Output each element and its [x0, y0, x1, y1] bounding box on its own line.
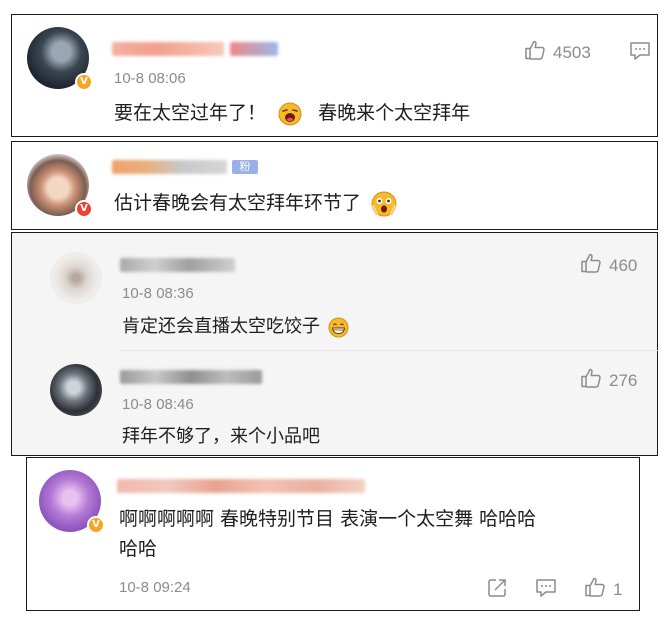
comment-text-part2: 春晚来个太空拜年	[318, 102, 471, 124]
reply-divider	[120, 350, 659, 351]
comment-text: 啊啊啊啊啊 春晚特别节目 表演一个太空舞 哈哈哈 哈哈	[119, 504, 536, 564]
like-count: 4503	[553, 42, 591, 62]
fan-tag: 粉	[232, 160, 258, 174]
username-blurred[interactable]	[117, 479, 365, 493]
reply-comment-icon[interactable]	[535, 578, 557, 602]
reply-group-card: 10-8 08:36 肯定还会直播太空吃饺子 460 10-8 08:46 拜年…	[11, 232, 659, 456]
username-blurred[interactable]	[112, 42, 224, 56]
comment-text-line2: 哈哈	[119, 538, 158, 560]
comment-text-part1: 估计春晚会有太空拜年环节了	[114, 192, 362, 214]
username-blurred[interactable]	[112, 160, 227, 174]
grinning-emoji	[328, 317, 349, 338]
shocked-emoji	[371, 191, 397, 217]
verified-badge-icon: V	[87, 516, 105, 534]
share-icon[interactable]	[487, 578, 507, 602]
thumbs-up-icon	[580, 367, 602, 394]
thumbs-up-icon	[580, 252, 602, 279]
reply-comment-icon[interactable]	[629, 41, 651, 65]
verified-badge-icon: V	[75, 200, 93, 218]
like-count: 460	[609, 255, 638, 275]
comment-time: 10-8 09:24	[119, 579, 191, 596]
like-button[interactable]: 276	[580, 367, 637, 394]
comment-time: 10-8 08:36	[122, 285, 194, 302]
like-count: 1	[613, 579, 623, 599]
comment-text-part1: 肯定还会直播太空吃饺子	[122, 316, 320, 337]
verified-badge-icon: V	[75, 73, 93, 91]
like-button[interactable]: 1	[584, 576, 622, 603]
avatar[interactable]: V	[39, 470, 105, 534]
like-count: 276	[609, 370, 638, 390]
avatar[interactable]	[50, 364, 102, 416]
avatar[interactable]: V	[27, 154, 93, 218]
like-button[interactable]: 460	[580, 252, 637, 279]
comment-time: 10-8 08:06	[114, 70, 186, 87]
like-button[interactable]: 4503	[524, 39, 591, 66]
comment-card-5: V 啊啊啊啊啊 春晚特别节目 表演一个太空舞 哈哈哈 哈哈 10-8 09:24…	[26, 457, 640, 611]
username-blurred[interactable]	[120, 370, 262, 384]
comment-text: 要在太空过年了！ 春晚来个太空拜年	[114, 98, 470, 128]
username-blurred[interactable]	[120, 258, 235, 272]
thumbs-up-icon	[524, 39, 546, 66]
comment-time: 10-8 08:46	[122, 396, 194, 413]
comment-text: 拜年不够了，来个小品吧	[122, 426, 320, 447]
comment-text-part1: 要在太空过年了！	[114, 102, 267, 124]
comment-card-1: V 10-8 08:06 要在太空过年了！ 春晚来个太空拜年 4503	[11, 14, 658, 137]
avatar[interactable]	[50, 252, 102, 304]
comment-text-line1: 啊啊啊啊啊 春晚特别节目 表演一个太空舞 哈哈哈	[119, 508, 537, 530]
member-icon	[230, 42, 278, 56]
laughing-emoji	[278, 102, 302, 126]
comment-text: 估计春晚会有太空拜年环节了	[114, 188, 397, 218]
thumbs-up-icon	[584, 576, 606, 603]
comment-card-2: V 粉 估计春晚会有太空拜年环节了	[11, 141, 658, 230]
comment-text: 肯定还会直播太空吃饺子	[122, 312, 349, 342]
avatar[interactable]: V	[27, 27, 93, 91]
